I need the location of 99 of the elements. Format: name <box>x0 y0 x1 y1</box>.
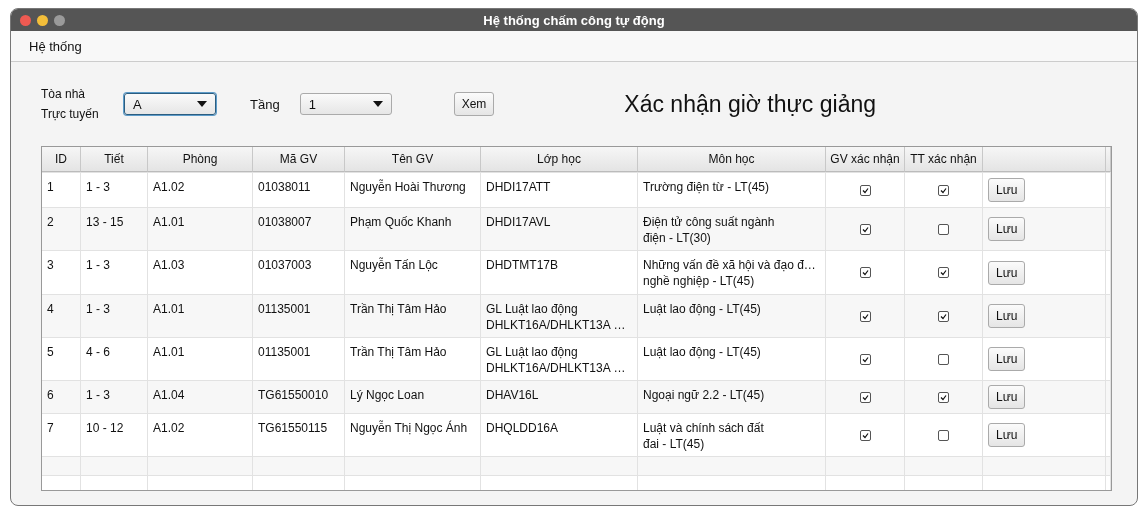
table-cell: 1 - 3 <box>81 173 148 207</box>
table-cell: Trần Thị Tâm Hảo <box>345 295 481 337</box>
table-cell: 2 <box>42 208 81 250</box>
checkbox[interactable] <box>859 353 871 365</box>
checkbox[interactable] <box>859 184 871 196</box>
table-cell: 1 - 3 <box>81 295 148 337</box>
column-header[interactable]: Lớp học <box>481 147 638 172</box>
table-cell: Luật và chính sách đất đai - LT(45) <box>638 414 826 456</box>
table-cell: GL Luật lao động DHLKT16A/DHLKT13A … <box>481 338 638 380</box>
table-cell: DHDI17AVL <box>481 208 638 250</box>
checkbox[interactable] <box>859 391 871 403</box>
caret-icon <box>372 101 383 107</box>
table-cell: 6 <box>42 381 81 413</box>
column-header[interactable]: Tên GV <box>345 147 481 172</box>
building-label: Tòa nhà <box>41 87 87 101</box>
column-header[interactable]: Tiết <box>81 147 148 172</box>
online-label: Trực tuyến <box>41 107 100 121</box>
table-cell: 1 - 3 <box>81 251 148 294</box>
checkbox[interactable] <box>938 267 949 278</box>
column-header[interactable]: Mã GV <box>253 147 345 172</box>
table-cell: Nguyễn Tấn Lộc <box>345 251 481 294</box>
table-cell: 01135001 <box>253 338 345 380</box>
page-heading: Xác nhận giờ thực giảng <box>624 90 877 118</box>
table-cell: 4 - 6 <box>81 338 148 380</box>
checkbox[interactable] <box>859 429 871 441</box>
checkbox[interactable] <box>938 310 949 322</box>
save-button[interactable]: Lưu <box>988 304 1026 328</box>
table-cell: 1 <box>42 173 81 207</box>
building-dropdown[interactable]: A <box>124 93 216 115</box>
table-cell: DHAV16L <box>481 381 638 413</box>
table-cell: Những vấn đề xã hội và đạo đ… nghề nghiệp - LT(45) <box>638 251 826 294</box>
checkbox[interactable] <box>938 353 949 365</box>
maximize-icon[interactable] <box>54 14 65 26</box>
save-button[interactable]: Lưu <box>988 178 1026 202</box>
table-cell: DHDI17ATT <box>481 173 638 207</box>
table-cell: Phạm Quốc Khanh <box>345 208 481 250</box>
table-cell: 01135001 <box>253 295 345 337</box>
checkbox[interactable] <box>938 429 949 441</box>
table-cell: GL Luật lao động DHLKT16A/DHLKT13A … <box>481 295 638 337</box>
table-cell: 4 <box>42 295 81 337</box>
checkbox[interactable] <box>859 310 871 322</box>
table-cell: Ngoại ngữ 2.2 - LT(45) <box>638 381 826 413</box>
table-cell: A1.01 <box>148 338 253 380</box>
floor-label: Tầng <box>250 96 280 112</box>
view-button[interactable]: Xem <box>453 92 495 116</box>
table-cell: Nguyễn Hoài Thương <box>345 173 481 207</box>
minimize-icon[interactable] <box>37 14 48 26</box>
column-header[interactable]: ID <box>42 147 81 172</box>
table-cell: 5 <box>42 338 81 380</box>
menu-item[interactable]: Hệ thống <box>29 38 82 54</box>
floor-dropdown[interactable]: 1 <box>299 93 392 115</box>
column-header[interactable]: Môn học <box>638 147 826 172</box>
save-button[interactable]: Lưu <box>988 260 1026 285</box>
window-title: Hệ thống chấm công tự động <box>483 12 665 28</box>
table-cell: DHDTMT17B <box>481 251 638 294</box>
table-row[interactable]: 6 1 - 3 A1.04 TG61550010 Lý Ngọc Loan DHAV16L Ngoại ngữ 2.2 - LT(45) Lưu <box>42 381 1111 414</box>
table-cell: A1.02 <box>148 414 253 456</box>
table-cell: 3 <box>42 251 81 294</box>
save-button[interactable]: Lưu <box>988 385 1026 409</box>
table-cell: Nguyễn Thị Ngọc Ánh <box>345 414 481 456</box>
checkbox[interactable] <box>938 184 949 196</box>
table-row[interactable]: 5 4 - 6 A1.01 01135001 Trần Thị Tâm Hảo GL Luật lao động DHLKT16A/DHLKT13A … Luật lao động - LT(45) Lưu <box>42 338 1111 381</box>
table-cell: A1.01 <box>148 208 253 250</box>
table-row[interactable]: 1 1 - 3 A1.02 01038011 Nguyễn Hoài Thương DHDI17ATT Trường điện từ - LT(45) Lưu <box>42 173 1111 208</box>
table-row[interactable]: 7 10 - 12 A1.02 TG61550115 Nguyễn Thị Ngọc Ánh DHQLDD16A Luật và chính sách đất đai - LT(45) Lưu <box>42 414 1111 457</box>
table-cell: 1 - 3 <box>81 381 148 413</box>
table-row[interactable]: 4 1 - 3 A1.01 01135001 Trần Thị Tâm Hảo GL Luật lao động DHLKT16A/DHLKT13A … Luật lao động - LT(45) Lưu <box>42 295 1111 338</box>
caret-icon <box>197 101 207 107</box>
table-cell: 7 <box>42 414 81 456</box>
checkbox[interactable] <box>938 223 949 235</box>
checkbox[interactable] <box>859 267 871 278</box>
save-button[interactable]: Lưu <box>988 423 1026 447</box>
save-button[interactable]: Lưu <box>988 347 1026 371</box>
table-cell: Trường điện từ - LT(45) <box>638 173 826 207</box>
table-cell: TG61550115 <box>253 414 345 456</box>
table-cell: 01038007 <box>253 208 345 250</box>
table-cell: Luật lao động - LT(45) <box>638 295 826 337</box>
table-cell: Lý Ngọc Loan <box>345 381 481 413</box>
checkbox[interactable] <box>938 391 949 403</box>
table-cell: A1.04 <box>148 381 253 413</box>
save-button[interactable]: Lưu <box>988 217 1026 241</box>
column-header[interactable]: GV xác nhận <box>826 147 905 172</box>
table-cell: 01037003 <box>253 251 345 294</box>
table-cell: A1.01 <box>148 295 253 337</box>
table-cell: 01038011 <box>253 173 345 207</box>
table-cell: Điện tử công suất ngành điện - LT(30) <box>638 208 826 250</box>
table-cell: 13 - 15 <box>81 208 148 250</box>
table-cell: 10 - 12 <box>81 414 148 456</box>
column-header[interactable]: TT xác nhận <box>905 147 983 172</box>
checkbox[interactable] <box>859 223 871 235</box>
table-row[interactable]: 2 13 - 15 A1.01 01038007 Phạm Quốc Khanh DHDI17AVL Điện tử công suất ngành điện - LT(30) Lưu <box>42 208 1111 251</box>
table-cell: Luật lao động - LT(45) <box>638 338 826 380</box>
table-cell: DHQLDD16A <box>481 414 638 456</box>
table-cell: Trần Thị Tâm Hảo <box>345 338 481 380</box>
column-header[interactable]: Phòng <box>148 147 253 172</box>
table-cell: A1.03 <box>148 251 253 294</box>
table-row[interactable]: 3 1 - 3 A1.03 01037003 Nguyễn Tấn Lộc DHDTMT17B Những vấn đề xã hội và đạo đ… nghề nghiệp - LT(45) Lưu <box>42 251 1111 295</box>
table-cell: TG61550010 <box>253 381 345 413</box>
table-cell: A1.02 <box>148 173 253 207</box>
